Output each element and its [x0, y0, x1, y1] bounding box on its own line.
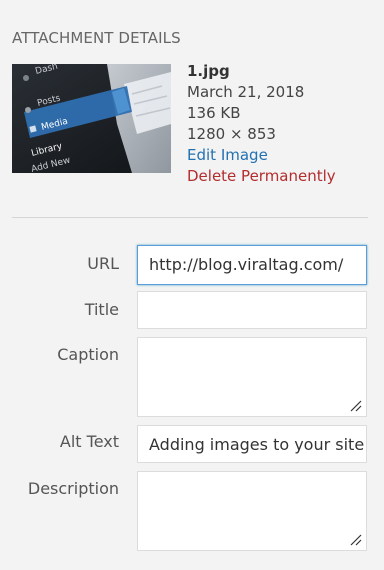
- caption-textarea[interactable]: [137, 337, 367, 417]
- delete-permanently-link[interactable]: Delete Permanently: [187, 166, 336, 187]
- panel-heading: ATTACHMENT DETAILS: [12, 29, 181, 47]
- url-field-value: http://blog.viraltag.com/: [149, 255, 344, 274]
- description-resize-grip-icon[interactable]: [350, 534, 362, 546]
- file-name: 1.jpg: [187, 62, 230, 80]
- section-divider: [12, 217, 368, 218]
- description-textarea[interactable]: [137, 471, 367, 551]
- title-field[interactable]: [137, 291, 367, 329]
- upload-date: March 21, 2018: [187, 83, 305, 101]
- file-info: 1.jpg March 21, 2018 136 KB 1280 × 853 E…: [187, 61, 336, 187]
- thumbnail-image: Dash Posts Media Library Add New: [12, 64, 171, 173]
- url-field[interactable]: http://blog.viraltag.com/: [137, 245, 367, 285]
- attachment-details-panel: ATTACHMENT DETAILS Dash Posts Media Libr…: [0, 0, 384, 570]
- file-size: 136 KB: [187, 104, 241, 122]
- image-dimensions: 1280 × 853: [187, 125, 276, 143]
- alt-text-field-value: Adding images to your site: [149, 435, 365, 454]
- caption-resize-grip-icon[interactable]: [350, 400, 362, 412]
- alt-text-label: Alt Text: [59, 432, 119, 451]
- edit-image-link[interactable]: Edit Image: [187, 145, 336, 166]
- title-label: Title: [84, 300, 119, 319]
- caption-label: Caption: [57, 345, 119, 364]
- attachment-thumbnail[interactable]: Dash Posts Media Library Add New: [12, 64, 171, 173]
- description-label: Description: [27, 479, 119, 498]
- url-label: URL: [87, 254, 119, 273]
- alt-text-field[interactable]: Adding images to your site: [137, 425, 367, 463]
